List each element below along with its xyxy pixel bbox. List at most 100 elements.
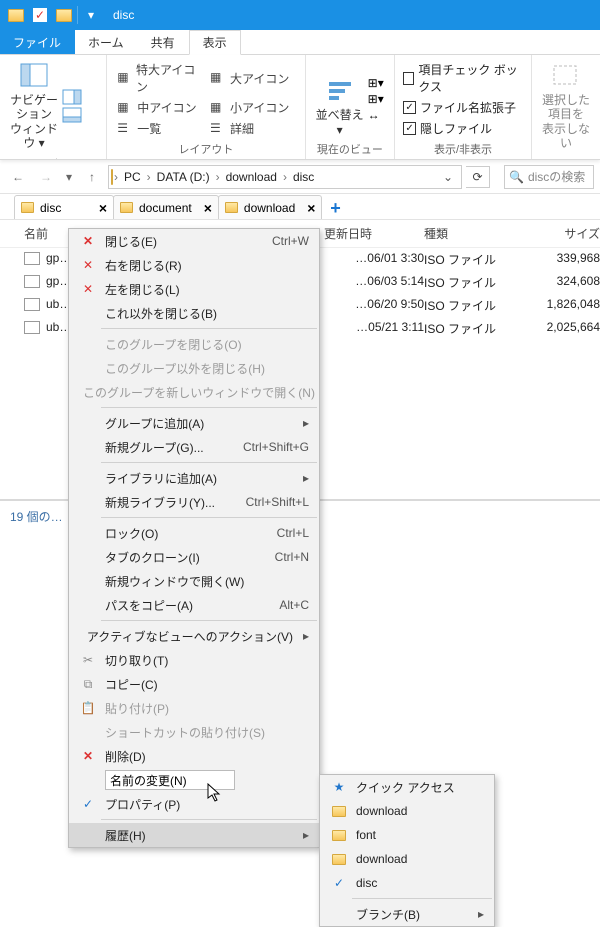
showhide-group-label: 表示/非表示 <box>401 139 525 157</box>
x-left-icon: ✕ <box>77 282 99 296</box>
crumb-disc[interactable]: disc <box>288 170 319 184</box>
crumb-pc[interactable]: PC <box>119 170 146 184</box>
crumb-download[interactable]: download <box>221 170 282 184</box>
close-tab-icon[interactable]: × <box>99 200 107 216</box>
breadcrumb[interactable]: › PC › DATA (D:) › download › disc ⌄ <box>108 165 462 189</box>
forward-button[interactable]: → <box>34 165 58 189</box>
tab-file[interactable]: ファイル <box>0 30 75 54</box>
layout-sm-icons[interactable]: ▦小アイコン <box>206 97 299 118</box>
history-submenu-item[interactable]: download <box>320 847 494 871</box>
navigation-pane-button[interactable]: ナビゲーション ウィンドウ ▾ <box>6 59 62 153</box>
preview-pane-icon[interactable] <box>62 89 82 105</box>
menu-accelerator: Alt+C <box>279 598 309 612</box>
qat-dropdown-icon[interactable]: ▾ <box>82 6 100 24</box>
add-columns-icon[interactable]: ⊞▾ <box>368 92 384 106</box>
menu-item-label: download <box>356 852 484 866</box>
chevron-right-icon: ▸ <box>478 907 484 921</box>
qat-properties-icon[interactable]: ✓ <box>31 6 49 24</box>
up-button[interactable]: ↑ <box>80 165 104 189</box>
history-submenu-item[interactable]: ★クイック アクセス <box>320 775 494 799</box>
new-tab-button[interactable]: + <box>327 198 343 219</box>
search-icon: 🔍 <box>509 170 524 184</box>
tab-context-item[interactable]: 新規ウィンドウで開く(W) <box>69 569 319 593</box>
history-submenu-item[interactable]: ✓disc <box>320 871 494 895</box>
tab-context-item[interactable]: 新規グループ(G)...Ctrl+Shift+G <box>69 435 319 459</box>
layout-md-icons[interactable]: ▦中アイコン <box>113 97 206 118</box>
layout-lg-icons[interactable]: ▦大アイコン <box>206 59 299 97</box>
sort-button[interactable]: 並べ替え ▾ <box>312 59 368 139</box>
tab-context-item[interactable]: ✕削除(D) <box>69 744 319 768</box>
search-box[interactable]: 🔍 discの検索 <box>504 165 594 189</box>
col-date[interactable]: 更新日時 <box>304 225 424 242</box>
chk-hidden-files[interactable]: ✓隠しファイル <box>401 118 525 139</box>
menu-item-label: これ以外を閉じる(B) <box>105 305 309 322</box>
file-icon <box>24 298 40 311</box>
hide-selected-button[interactable]: 選択した項目を 表示しない <box>538 59 594 153</box>
col-type[interactable]: 種類 <box>424 225 540 242</box>
tab-context-item[interactable]: 新規ライブラリ(Y)...Ctrl+Shift+L <box>69 490 319 514</box>
tab-context-item[interactable]: これ以外を閉じる(B) <box>69 301 319 325</box>
tab-context-item[interactable]: ✂切り取り(T) <box>69 648 319 672</box>
history-submenu-item[interactable]: font <box>320 823 494 847</box>
group-by-icon[interactable]: ⊞▾ <box>368 76 384 90</box>
x-right-icon: ✕ <box>77 258 99 272</box>
chk-file-extensions[interactable]: ✓ファイル名拡張子 <box>401 97 525 118</box>
layout-group-label: レイアウト <box>113 139 298 157</box>
titlebar: ✓ ▾ disc <box>0 0 600 30</box>
navigation-pane-label: ナビゲーション ウィンドウ ▾ <box>8 93 60 151</box>
address-bar: ← → ▾ ↑ › PC › DATA (D:) › download › di… <box>0 160 600 194</box>
size-columns-icon[interactable]: ↔ <box>368 108 384 122</box>
list-icon: ☰ <box>117 121 133 137</box>
tab-context-item[interactable]: グループに追加(A)▸ <box>69 411 319 435</box>
rename-input[interactable] <box>105 770 235 790</box>
layout-list[interactable]: ☰一覧 <box>113 118 206 139</box>
menu-item-label: ショートカットの貼り付け(S) <box>105 724 309 741</box>
address-dropdown-icon[interactable]: ⌄ <box>437 170 459 184</box>
tab-context-item[interactable]: ✕左を閉じる(L) <box>69 277 319 301</box>
file-icon <box>24 275 40 288</box>
menu-item-label: 貼り付け(P) <box>105 700 309 717</box>
star-icon: ★ <box>328 780 350 794</box>
copy-icon: ⧉ <box>77 677 99 692</box>
tab-context-item[interactable]: ✓プロパティ(P) <box>69 792 319 816</box>
col-size[interactable]: サイズ <box>540 225 600 242</box>
qat-newfolder-icon[interactable] <box>55 6 73 24</box>
refresh-button[interactable]: ⟳ <box>466 166 490 188</box>
menu-item-label: このグループを新しいウィンドウで開く(N) <box>83 384 315 401</box>
check-icon: ✓ <box>77 797 99 811</box>
tab-home[interactable]: ホーム <box>75 30 138 54</box>
tab-view[interactable]: 表示 <box>189 30 241 55</box>
tab-context-item[interactable]: ロック(O)Ctrl+L <box>69 521 319 545</box>
history-submenu-item[interactable]: ブランチ(B) ▸ <box>320 902 494 926</box>
history-submenu-item[interactable]: download <box>320 799 494 823</box>
folder-tab-download[interactable]: download × <box>218 195 323 219</box>
folder-tab-disc[interactable]: disc × <box>14 195 114 219</box>
folder-tab-document[interactable]: document × <box>113 195 219 219</box>
tab-context-item[interactable]: ✕閉じる(E)Ctrl+W <box>69 229 319 253</box>
close-tab-icon[interactable]: × <box>307 200 315 216</box>
recent-dd[interactable]: ▾ <box>62 165 76 189</box>
close-tab-icon[interactable]: × <box>204 200 212 216</box>
chevron-right-icon: ▸ <box>303 828 309 842</box>
lg-icons-icon: ▦ <box>210 70 226 86</box>
tab-context-item[interactable]: ✕右を閉じる(R) <box>69 253 319 277</box>
layout-details[interactable]: ☰詳細 <box>206 118 299 139</box>
menu-rename-input[interactable] <box>105 770 309 790</box>
details-pane-icon[interactable] <box>62 107 82 123</box>
tab-context-item[interactable]: パスをコピー(A)Alt+C <box>69 593 319 617</box>
tab-context-item[interactable]: タブのクローン(I)Ctrl+N <box>69 545 319 569</box>
tab-context-item[interactable]: ライブラリに追加(A)▸ <box>69 466 319 490</box>
tab-context-item[interactable]: ⧉コピー(C) <box>69 672 319 696</box>
chk-item-checkboxes[interactable]: 項目チェック ボックス <box>401 59 525 97</box>
menu-item-label: 切り取り(T) <box>105 652 309 669</box>
back-button[interactable]: ← <box>6 165 30 189</box>
tab-context-item[interactable]: アクティブなビューへのアクション(V)▸ <box>69 624 319 648</box>
tab-context-item[interactable]: 履歴(H)▸ <box>69 823 319 847</box>
layout-xl-icons[interactable]: ▦特大アイコン <box>113 59 206 97</box>
currentview-group-label: 現在のビュー <box>312 139 388 157</box>
tab-share[interactable]: 共有 <box>138 30 189 54</box>
menu-item-label: 新規グループ(G)... <box>105 439 219 456</box>
menu-item-label: ブランチ(B) <box>356 906 468 923</box>
crumb-data[interactable]: DATA (D:) <box>152 170 215 184</box>
menu-item-label: download <box>356 804 484 818</box>
